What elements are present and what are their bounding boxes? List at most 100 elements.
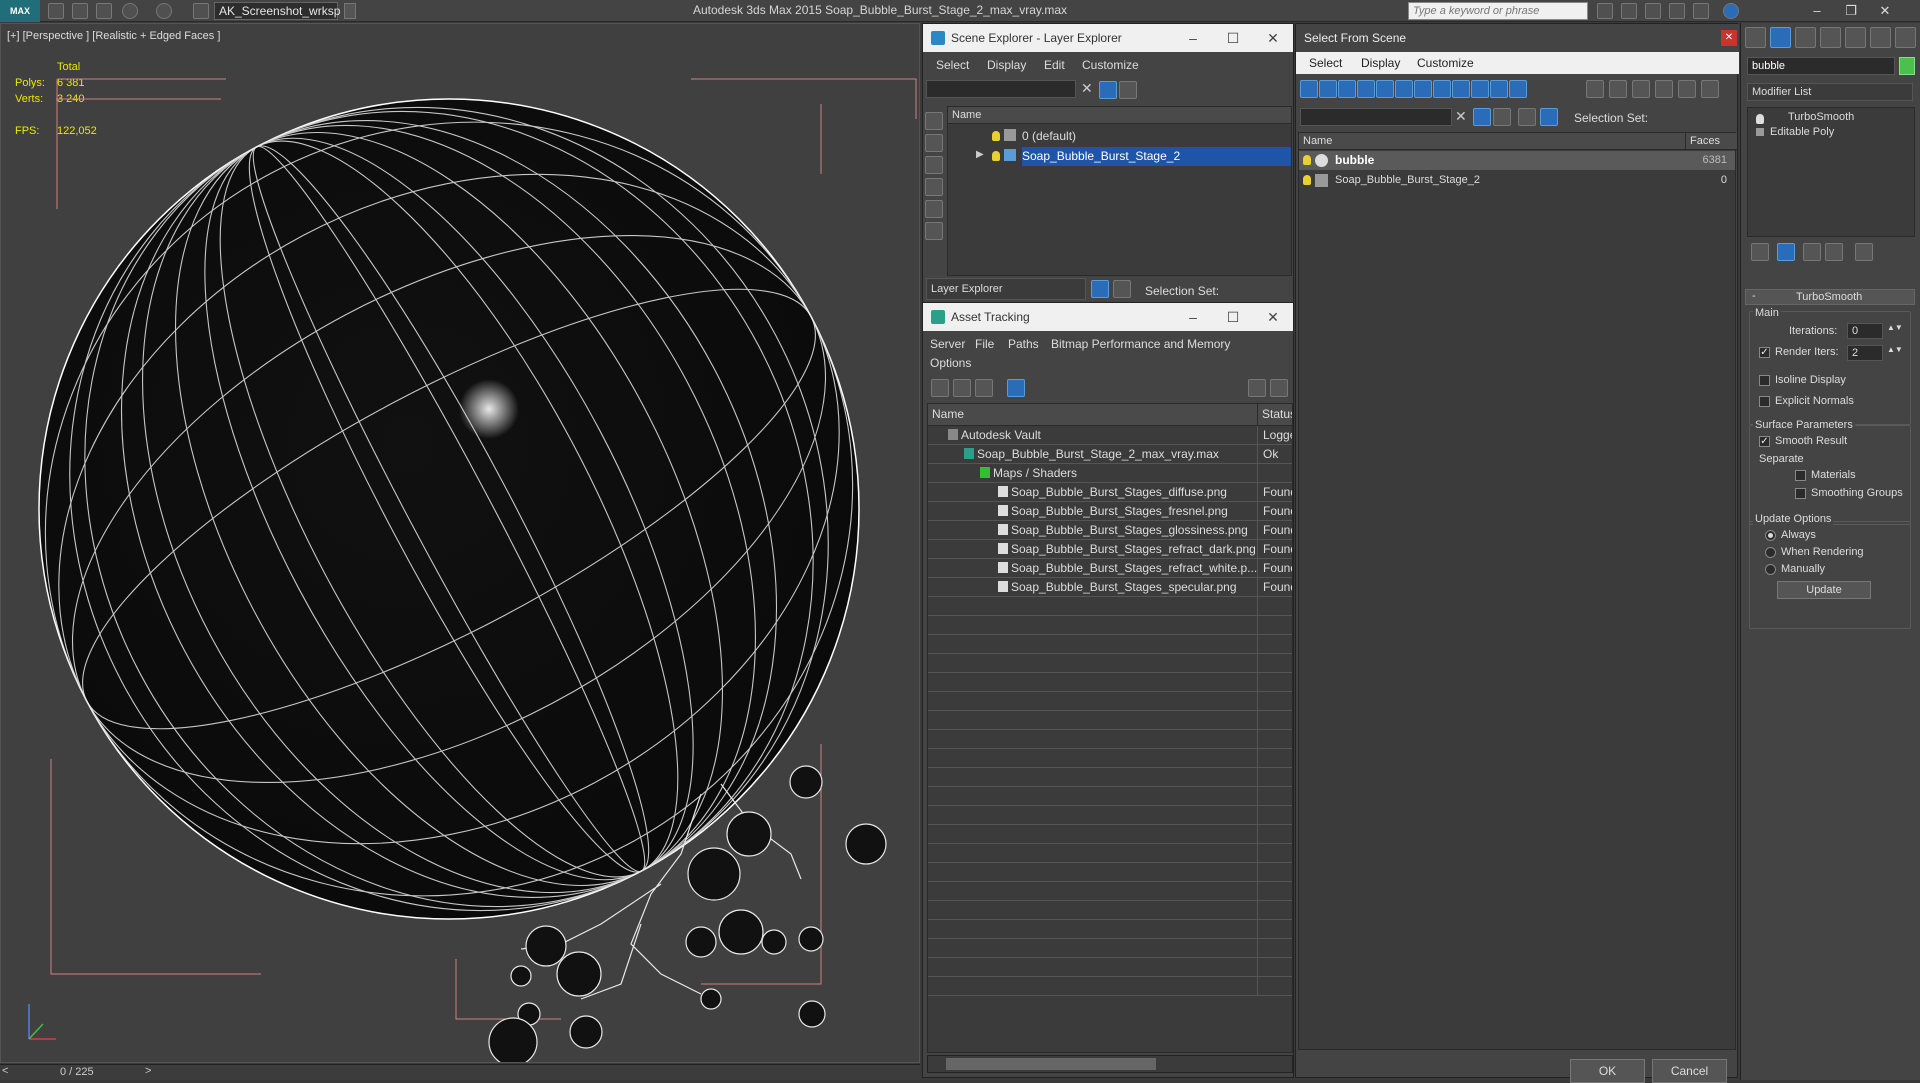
extra-tab-icon[interactable] — [1895, 27, 1916, 48]
helpers-filter-icon[interactable] — [1376, 80, 1394, 98]
smoothing-groups-checkbox[interactable] — [1795, 488, 1806, 499]
asset-tracking-minimize-button[interactable]: – — [1173, 303, 1213, 331]
asset-empty-row[interactable] — [928, 825, 1292, 844]
sfs-filter-input[interactable] — [1300, 108, 1452, 126]
scrollbar-thumb[interactable] — [946, 1058, 1156, 1070]
stack-item-editable-poly[interactable]: Editable Poly — [1770, 126, 1834, 138]
containers-filter-icon[interactable] — [1471, 80, 1489, 98]
asset-menu-bitmap-performance[interactable]: Bitmap Performance and Memory — [1051, 337, 1230, 351]
filter-icon[interactable] — [1099, 81, 1117, 99]
sfs-layer-filter-icon[interactable] — [1493, 108, 1511, 126]
display-lights-icon[interactable] — [925, 156, 943, 174]
close-search-icon[interactable] — [1693, 3, 1709, 19]
select-all-icon[interactable] — [1586, 80, 1604, 98]
sfs-name-header[interactable]: Name — [1299, 133, 1685, 150]
asset-empty-row[interactable] — [928, 616, 1292, 635]
asset-empty-row[interactable] — [928, 787, 1292, 806]
pin-stack-icon[interactable] — [1751, 243, 1769, 261]
isoline-display-checkbox[interactable] — [1759, 375, 1770, 386]
timeline-next-button[interactable]: > — [145, 1065, 151, 1077]
make-unique-icon[interactable] — [1803, 243, 1821, 261]
restore-window-button[interactable]: ❐ — [1834, 0, 1868, 22]
asset-row[interactable]: Soap_Bubble_Burst_Stages_refract_white.p… — [928, 559, 1292, 578]
new-file-icon[interactable] — [48, 3, 64, 19]
modify-tab-icon[interactable] — [1770, 27, 1791, 48]
asset-horizontal-scrollbar[interactable] — [927, 1055, 1293, 1073]
sfs-clear-filter-icon[interactable]: ✕ — [1455, 108, 1467, 125]
update-button[interactable]: Update — [1777, 581, 1871, 599]
scene-explorer-minimize-button[interactable]: – — [1173, 24, 1213, 52]
expand-arrow-icon[interactable]: ▶ — [976, 149, 984, 160]
sfs-hierarchy-icon[interactable] — [1540, 108, 1558, 126]
invert-selection-icon[interactable] — [1632, 80, 1650, 98]
frame-counter[interactable]: 0 / 225 — [60, 1066, 94, 1078]
asset-empty-row[interactable] — [928, 692, 1292, 711]
sfs-menu-display[interactable]: Display — [1361, 56, 1400, 70]
asset-empty-row[interactable] — [928, 673, 1292, 692]
sfs-object-list[interactable]: Name Faces bubble 6381 Soap_Bubble_Burst… — [1298, 132, 1737, 1050]
scene-explorer-close-button[interactable]: ✕ — [1253, 24, 1293, 52]
perspective-viewport[interactable]: [+] [Perspective ] [Realistic + Edged Fa… — [0, 23, 920, 1063]
help-icon[interactable] — [1248, 379, 1266, 397]
cancel-button[interactable]: Cancel — [1652, 1059, 1727, 1083]
sfs-filter-icon[interactable] — [1473, 108, 1491, 126]
stack-item-turbosmooth[interactable]: TurboSmooth — [1788, 111, 1854, 123]
asset-menu-server[interactable]: Server — [930, 337, 965, 351]
tools-icon[interactable] — [1621, 3, 1637, 19]
asset-row[interactable]: Soap_Bubble_Burst_Stages_diffuse.png — [928, 483, 1292, 502]
scene-explorer-menu-edit[interactable]: Edit — [1044, 58, 1065, 72]
asset-table[interactable]: Name Status Autodesk Vault Logged Soap_Bub… — [927, 403, 1293, 1053]
scene-explorer-maximize-button[interactable]: ☐ — [1213, 24, 1253, 52]
asset-empty-row[interactable] — [928, 749, 1292, 768]
bones-filter-icon[interactable] — [1452, 80, 1470, 98]
undo-icon[interactable] — [122, 3, 138, 19]
light-bulb-icon[interactable] — [992, 131, 1000, 141]
project-folder-icon[interactable] — [193, 3, 209, 19]
remove-modifier-icon[interactable] — [1825, 243, 1843, 261]
iterations-spinner-arrows-icon[interactable]: ▲▼ — [1887, 323, 1903, 332]
update-manually-radio[interactable] — [1765, 564, 1776, 575]
binoculars-icon[interactable] — [1597, 3, 1613, 19]
layer-filter-icon[interactable] — [1119, 81, 1137, 99]
asset-empty-row[interactable] — [928, 597, 1292, 616]
app-logo[interactable]: MAX — [0, 0, 40, 22]
ok-button[interactable]: OK — [1570, 1059, 1645, 1083]
hierarchy-icon[interactable] — [1113, 280, 1131, 298]
redo-icon[interactable] — [156, 3, 172, 19]
select-from-scene-close-button[interactable]: ✕ — [1721, 30, 1737, 46]
scene-explorer-menu-select[interactable]: Select — [936, 58, 969, 72]
scene-explorer-menu-customize[interactable]: Customize — [1082, 58, 1139, 72]
search-input[interactable]: Type a keyword or phrase — [1408, 2, 1588, 20]
thumbnail-view-icon[interactable] — [975, 379, 993, 397]
asset-empty-row[interactable] — [928, 939, 1292, 958]
hidden-filter-icon[interactable] — [1509, 80, 1527, 98]
asset-row[interactable]: Soap_Bubble_Burst_Stages_specular.png — [928, 578, 1292, 597]
sfs-row-soap-bubble[interactable]: Soap_Bubble_Burst_Stage_2 0 — [1299, 171, 1735, 190]
star-icon[interactable] — [1669, 3, 1685, 19]
clear-filter-icon[interactable]: ✕ — [1081, 80, 1093, 97]
motion-tab-icon[interactable] — [1820, 27, 1841, 48]
asset-empty-row[interactable] — [928, 654, 1292, 673]
timeline-bar[interactable]: < 0 / 225 > — [0, 1064, 920, 1080]
utilities-tab-icon[interactable] — [1870, 27, 1891, 48]
rollout-collapse-icon[interactable]: - — [1752, 290, 1756, 302]
update-when-rendering-radio[interactable] — [1765, 547, 1776, 558]
select-none-icon[interactable] — [1609, 80, 1627, 98]
minimize-window-button[interactable]: – — [1800, 0, 1834, 22]
asset-row[interactable]: Autodesk Vault — [928, 426, 1292, 445]
close-window-button[interactable]: ✕ — [1868, 0, 1902, 22]
light-bulb-icon[interactable] — [992, 151, 1000, 161]
xrefs-filter-icon[interactable] — [1433, 80, 1451, 98]
sfs-faces-header[interactable]: Faces — [1685, 133, 1737, 150]
asset-status-header[interactable]: Status — [1257, 404, 1292, 426]
asset-tracking-close-button[interactable]: ✕ — [1253, 303, 1293, 331]
display-geometry-icon[interactable] — [925, 112, 943, 130]
light-bulb-icon[interactable] — [1303, 175, 1311, 185]
asset-empty-row[interactable] — [928, 635, 1292, 654]
settings-icon[interactable] — [1270, 379, 1288, 397]
iterations-spinner[interactable]: 0 — [1847, 323, 1883, 339]
asset-empty-row[interactable] — [928, 920, 1292, 939]
asset-tracking-maximize-button[interactable]: ☐ — [1213, 303, 1253, 331]
layer-row-default[interactable]: 0 (default) — [948, 127, 1291, 146]
refresh-icon[interactable] — [931, 379, 949, 397]
